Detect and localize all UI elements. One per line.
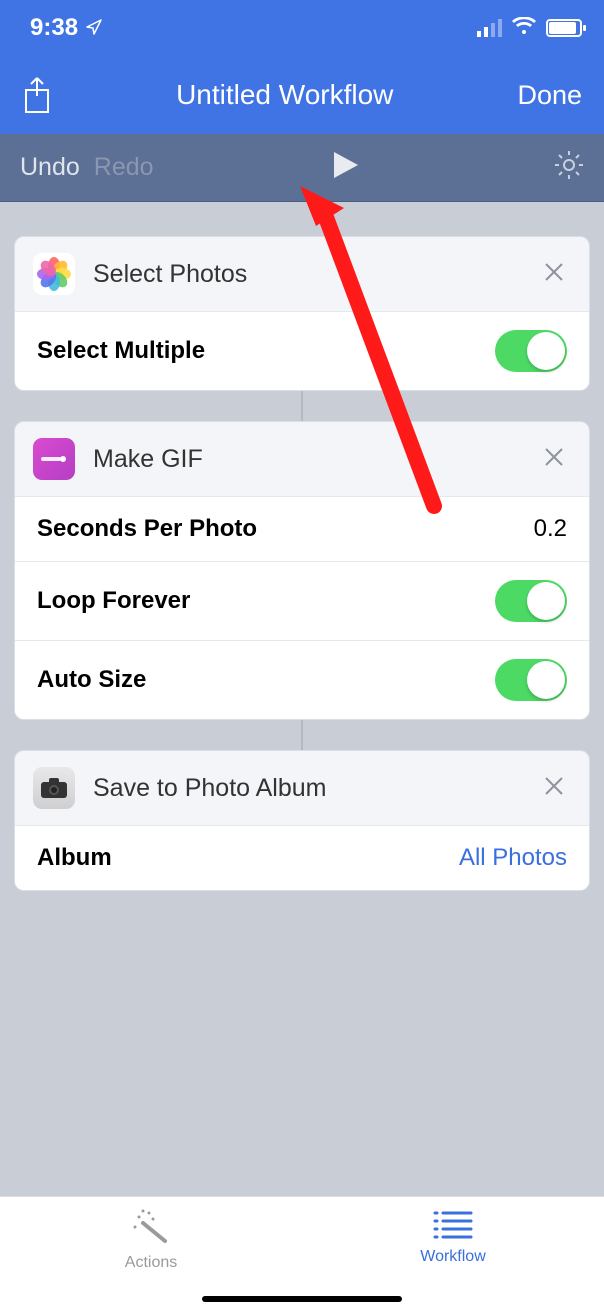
- play-button[interactable]: [332, 150, 360, 185]
- done-button[interactable]: Done: [517, 80, 582, 111]
- photos-app-icon: [33, 253, 75, 295]
- card-title: Select Photos: [93, 260, 519, 289]
- connector: [301, 391, 303, 421]
- row-label: Loop Forever: [37, 587, 495, 615]
- tab-workflow[interactable]: Workflow: [302, 1209, 604, 1266]
- row-label: Seconds Per Photo: [37, 515, 534, 543]
- row-label: Auto Size: [37, 666, 495, 694]
- camera-app-icon: [33, 767, 75, 809]
- cell-signal-icon: [477, 19, 502, 37]
- toolbar: Undo Redo: [0, 134, 604, 202]
- share-button[interactable]: [22, 76, 52, 114]
- location-icon: [86, 14, 102, 42]
- page-title: Untitled Workflow: [176, 79, 393, 111]
- action-card-save-album: Save to Photo Album Album All Photos: [14, 750, 590, 891]
- workflow-canvas: Select Photos Select Multiple Make GIF: [0, 202, 604, 1196]
- row-album[interactable]: Album All Photos: [15, 825, 589, 890]
- wifi-icon: [512, 17, 536, 40]
- row-loop-forever: Loop Forever: [15, 561, 589, 640]
- settings-button[interactable]: [554, 150, 584, 185]
- nav-bar: Untitled Workflow Done: [0, 56, 604, 134]
- row-label: Select Multiple: [37, 337, 495, 365]
- action-card-select-photos: Select Photos Select Multiple: [14, 236, 590, 391]
- auto-size-toggle[interactable]: [495, 659, 567, 701]
- delete-action-button[interactable]: [537, 439, 571, 479]
- redo-button: Redo: [94, 153, 154, 182]
- list-icon: [431, 1209, 475, 1244]
- loop-forever-toggle[interactable]: [495, 580, 567, 622]
- select-multiple-toggle[interactable]: [495, 330, 567, 372]
- row-seconds-per-photo[interactable]: Seconds Per Photo 0.2: [15, 496, 589, 561]
- home-indicator[interactable]: [202, 1296, 402, 1302]
- tab-label: Workflow: [420, 1248, 486, 1266]
- tab-actions[interactable]: Actions: [0, 1209, 302, 1272]
- card-title: Save to Photo Album: [93, 774, 519, 803]
- wand-icon: [131, 1209, 171, 1250]
- delete-action-button[interactable]: [537, 254, 571, 294]
- tab-bar: Actions Workflow: [0, 1196, 604, 1312]
- undo-button[interactable]: Undo: [20, 153, 80, 182]
- status-time: 9:38: [30, 14, 78, 42]
- tab-label: Actions: [125, 1254, 177, 1272]
- status-bar: 9:38: [0, 0, 604, 56]
- battery-icon: [546, 19, 582, 37]
- row-value: All Photos: [459, 844, 567, 872]
- row-select-multiple: Select Multiple: [15, 311, 589, 390]
- make-gif-icon: [33, 438, 75, 480]
- row-auto-size: Auto Size: [15, 640, 589, 719]
- card-title: Make GIF: [93, 445, 519, 474]
- action-card-make-gif: Make GIF Seconds Per Photo 0.2 Loop Fore…: [14, 421, 590, 720]
- delete-action-button[interactable]: [537, 768, 571, 808]
- connector: [301, 720, 303, 750]
- row-value: 0.2: [534, 515, 567, 543]
- row-label: Album: [37, 844, 459, 872]
